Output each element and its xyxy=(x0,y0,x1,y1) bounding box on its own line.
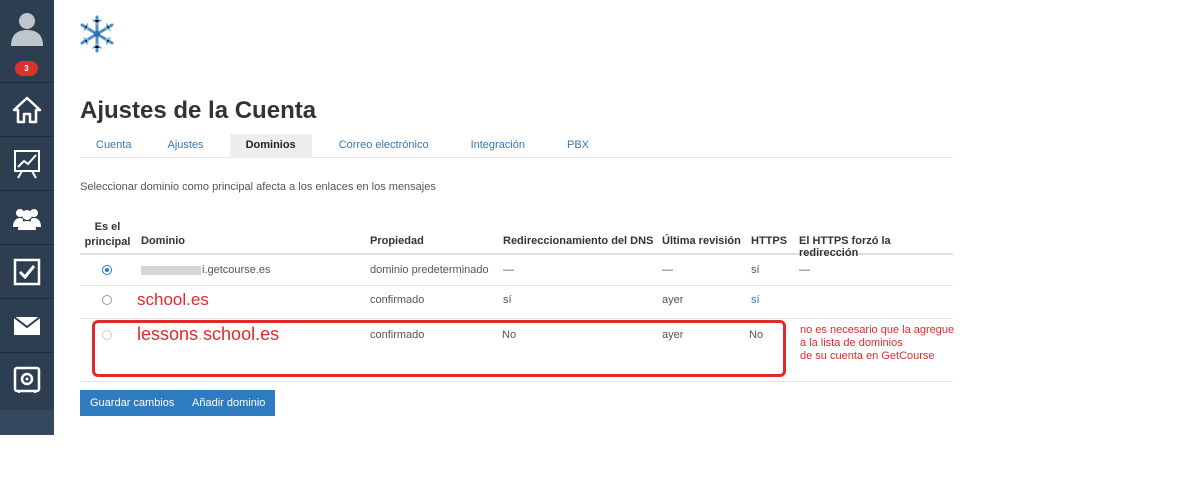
header-property: Propiedad xyxy=(370,235,424,247)
notification-badge[interactable]: 3 xyxy=(15,61,38,76)
header-last-check: Última revisión xyxy=(662,235,741,247)
table-header: Es el principal Dominio Propiedad Redire… xyxy=(80,217,953,259)
principal-radio[interactable] xyxy=(102,295,112,305)
page-title: Ajustes de la Cuenta xyxy=(80,97,317,124)
tab-cuenta[interactable]: Cuenta xyxy=(80,134,147,158)
https-cell: sí xyxy=(751,264,760,276)
users-icon xyxy=(13,208,41,230)
header-domain: Dominio xyxy=(141,235,185,247)
annotation-note: no es necesario que la agregue a la list… xyxy=(800,324,954,363)
tab-correo[interactable]: Correo electrónico xyxy=(312,134,450,158)
sidebar-item-tasks[interactable] xyxy=(0,244,54,298)
tab-ajustes[interactable]: Ajustes xyxy=(147,134,229,158)
sidebar-item-home[interactable] xyxy=(0,82,54,136)
sidebar: 3 xyxy=(0,0,54,435)
redacted-block xyxy=(141,265,201,275)
envelope-icon xyxy=(13,315,41,335)
last-check-cell: ayer xyxy=(662,294,684,306)
domain-cell: i.getcourse.es xyxy=(141,264,270,276)
snowflake-logo-icon[interactable] xyxy=(78,14,116,54)
sidebar-footer xyxy=(0,410,54,435)
annotation-highlight-box xyxy=(92,320,786,377)
avatar[interactable] xyxy=(8,8,46,46)
property-cell: confirmado xyxy=(370,294,425,306)
dns-cell: sí xyxy=(503,294,512,306)
chart-board-icon xyxy=(14,149,40,178)
header-principal-line2: principal xyxy=(84,236,131,248)
header-dns: Redireccionamiento del DNS xyxy=(503,235,654,247)
annotation-line: no es necesario que la agregue xyxy=(800,324,955,336)
last-check-cell: — xyxy=(662,264,673,276)
property-cell: dominio predeterminado xyxy=(370,264,489,276)
header-principal: Es el principal xyxy=(80,220,135,250)
annotation-line: a la lista de dominios xyxy=(800,337,903,349)
table-row: i.getcourse.es dominio predeterminado — … xyxy=(80,256,953,286)
home-icon xyxy=(12,96,42,123)
sidebar-item-messages[interactable] xyxy=(0,298,54,352)
https-cell[interactable]: sí xyxy=(751,294,760,306)
table-row: school.es confirmado sí ayer sí xyxy=(80,286,953,319)
dns-cell: — xyxy=(503,264,514,276)
domain-text: i.getcourse.es xyxy=(202,264,271,276)
header-principal-line1: Es el xyxy=(94,221,121,233)
domain-cell: school.es xyxy=(137,290,209,309)
save-button[interactable]: Guardar cambios xyxy=(80,390,185,416)
annotation-line: de su cuenta en GetCourse xyxy=(800,350,935,362)
https-forced-cell: — xyxy=(799,264,810,276)
checkbox-icon xyxy=(13,258,41,285)
tab-dominios[interactable]: Dominios xyxy=(229,134,312,158)
tab-pbx[interactable]: PBX xyxy=(546,134,610,158)
settings-tabs: Cuenta Ajustes Dominios Correo electróni… xyxy=(80,134,953,158)
sidebar-item-stats[interactable] xyxy=(0,136,54,190)
add-domain-button[interactable]: Añadir dominio xyxy=(182,390,276,416)
sidebar-item-settings[interactable] xyxy=(0,352,54,406)
safe-gear-icon xyxy=(13,366,41,393)
sidebar-item-users[interactable] xyxy=(0,190,54,244)
tab-integracion[interactable]: Integración xyxy=(450,134,546,158)
domains-description: Seleccionar dominio como principal afect… xyxy=(80,181,436,193)
principal-radio[interactable] xyxy=(102,265,112,275)
header-https: HTTPS xyxy=(751,235,788,247)
